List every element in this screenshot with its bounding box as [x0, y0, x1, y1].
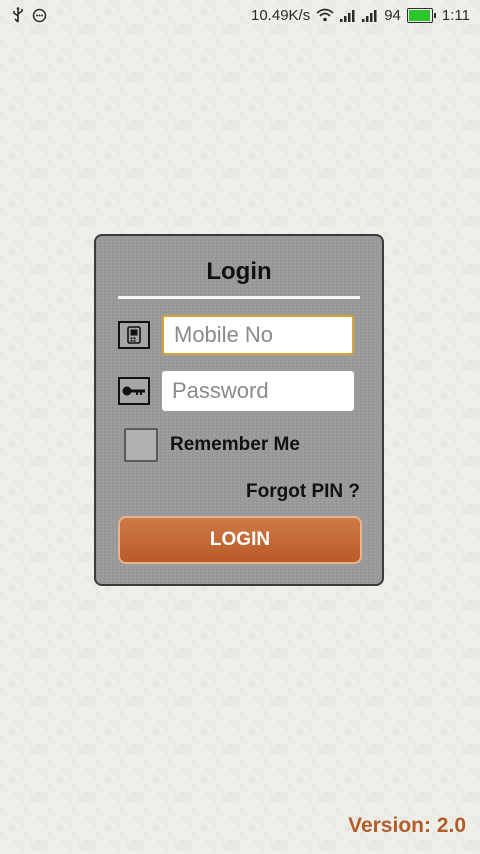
key-icon: [118, 377, 150, 405]
status-bar: 10.49K/s 94 1:11: [0, 0, 480, 30]
remember-me-row[interactable]: Remember Me: [124, 428, 300, 462]
title-divider: [118, 296, 360, 299]
status-bar-left: [0, 7, 47, 23]
network-speed: 10.49K/s: [251, 6, 311, 24]
mobile-input[interactable]: [162, 315, 354, 355]
phone-icon: [118, 321, 150, 349]
status-bar-right: 10.49K/s 94 1:11: [251, 7, 480, 24]
wifi-icon: [316, 8, 334, 22]
remember-me-label[interactable]: Remember Me: [170, 434, 300, 456]
password-row: [118, 371, 354, 411]
version-label: Version: 2.0: [348, 814, 466, 837]
battery-icon: [406, 7, 436, 23]
login-title: Login: [206, 258, 272, 285]
usb-icon: [12, 7, 24, 23]
battery-level: 94: [384, 6, 401, 24]
notification-icon: [32, 8, 47, 23]
login-card: Login Remember Me Forgot PIN ? LOGIN: [94, 234, 384, 586]
mobile-row: [118, 315, 354, 355]
forgot-pin-link[interactable]: Forgot PIN ?: [246, 481, 360, 503]
signal-icon: [362, 9, 378, 22]
login-button[interactable]: LOGIN: [118, 516, 362, 564]
password-input[interactable]: [162, 371, 354, 411]
clock: 1:11: [441, 6, 470, 24]
remember-me-checkbox[interactable]: [124, 428, 158, 462]
signal-icon: [340, 9, 356, 22]
